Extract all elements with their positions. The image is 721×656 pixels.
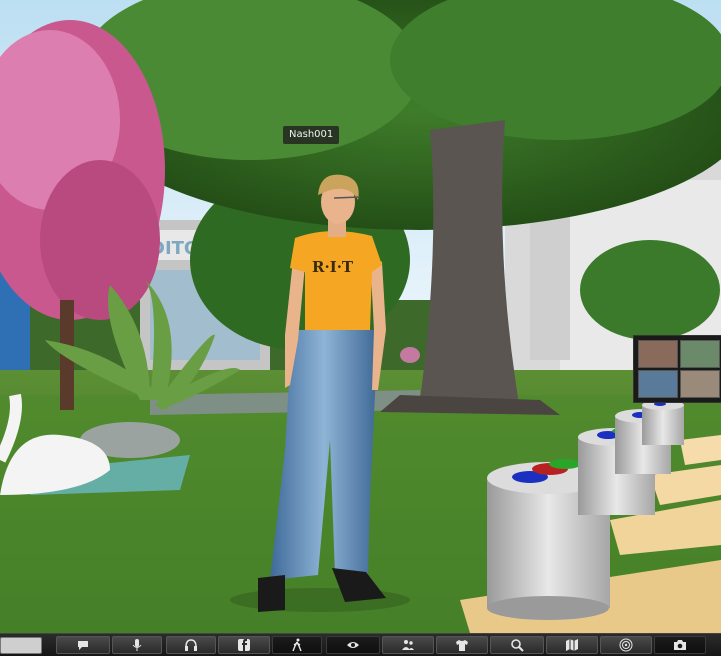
walk-button[interactable] <box>272 636 322 654</box>
avatar-name-tag: Nash001 <box>283 126 340 144</box>
people-icon <box>402 640 414 650</box>
tshirt-icon <box>456 640 468 651</box>
speak-button[interactable] <box>112 636 162 654</box>
media-thumb <box>680 340 720 368</box>
media-thumb <box>638 370 678 398</box>
nearby-chat-input[interactable] <box>0 637 42 654</box>
facebook-icon <box>238 639 250 651</box>
appearance-button[interactable] <box>436 636 488 654</box>
background-bush <box>580 240 720 340</box>
avatar-left-shoe <box>258 575 285 612</box>
map-button[interactable] <box>546 636 598 654</box>
pedestal-4 <box>642 400 684 445</box>
speech-bubble-icon <box>78 641 88 650</box>
magnifier-icon <box>511 639 524 652</box>
shirt-print: R·I·T <box>312 258 354 276</box>
eye-icon <box>347 642 359 648</box>
small-flower <box>400 347 420 363</box>
media-thumb <box>638 340 678 368</box>
facebook-button[interactable] <box>218 636 270 654</box>
people-button[interactable] <box>382 636 434 654</box>
microphone-icon <box>132 639 142 651</box>
search-button[interactable] <box>490 636 544 654</box>
map-icon <box>566 639 578 651</box>
walking-person-icon <box>292 638 302 652</box>
snapshot-button[interactable] <box>654 636 706 654</box>
destinations-button[interactable] <box>600 636 652 654</box>
voice-button[interactable] <box>166 636 216 654</box>
view-button[interactable] <box>326 636 380 654</box>
scene-render: DITORIUM <box>0 0 721 633</box>
media-screen[interactable] <box>633 335 721 403</box>
target-icon <box>619 638 633 652</box>
camera-icon <box>674 640 686 650</box>
3d-viewport[interactable]: DITORIUM <box>0 0 721 633</box>
media-thumb <box>680 370 720 398</box>
bottom-toolbar <box>0 633 721 656</box>
headphones-icon <box>185 639 197 651</box>
chat-button[interactable] <box>56 636 110 654</box>
